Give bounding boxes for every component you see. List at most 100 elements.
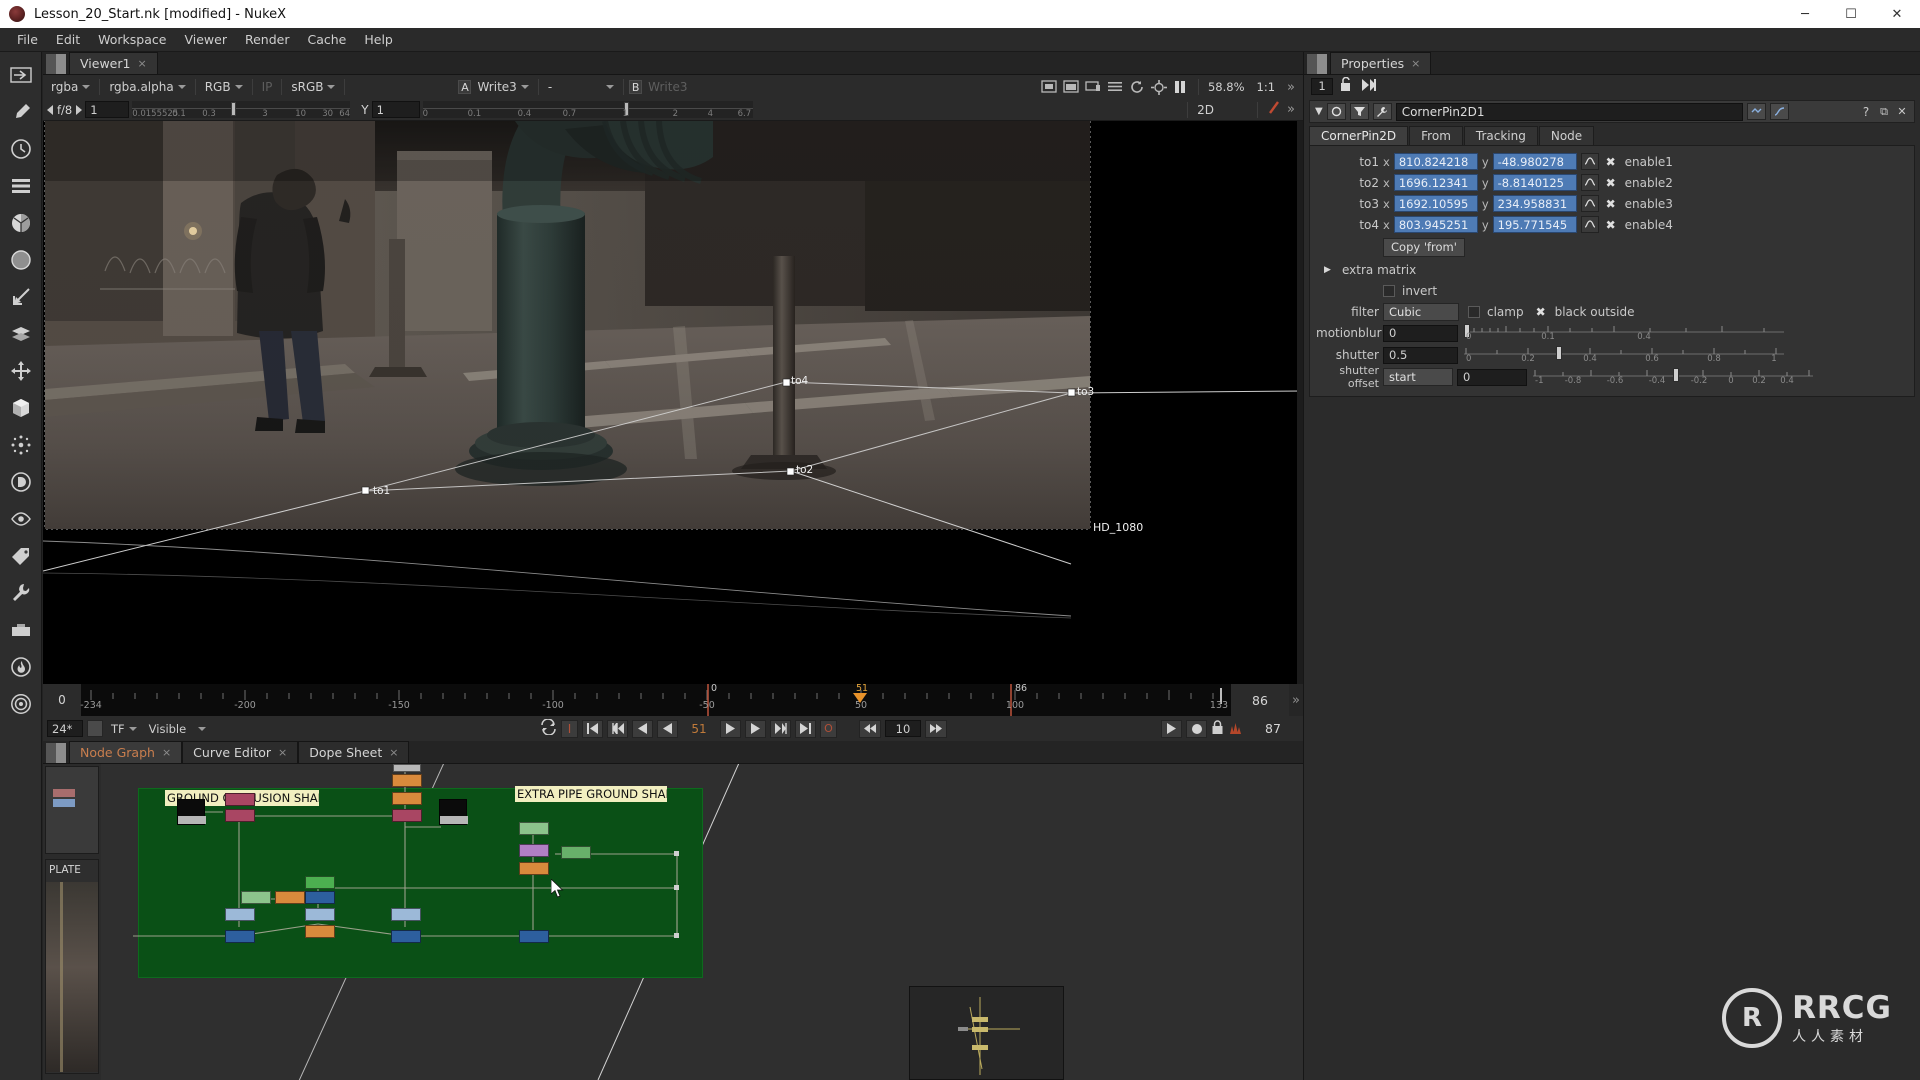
disclosure-triangle-icon[interactable]: ▼ (1315, 106, 1323, 117)
import-icon[interactable] (8, 62, 34, 88)
first-frame-icon[interactable] (582, 719, 603, 738)
furnace-icon[interactable] (8, 654, 34, 680)
node-transform-a[interactable] (305, 908, 335, 921)
close-button[interactable]: ✕ (1874, 0, 1920, 28)
to3-clear-icon[interactable]: ✖ (1603, 196, 1619, 212)
mask-icon[interactable] (1349, 103, 1369, 120)
timecode-mode[interactable]: TF (107, 719, 141, 738)
lock-icon[interactable] (1211, 719, 1224, 738)
colorspace-selector[interactable]: sRGB (287, 78, 339, 97)
close-icon[interactable]: × (137, 57, 146, 70)
panel-grip-icon[interactable] (46, 743, 66, 763)
close-icon[interactable]: × (1411, 57, 1420, 70)
gamma-input[interactable]: 1 (371, 101, 420, 118)
decrement-icon[interactable] (47, 104, 53, 115)
color-icon[interactable] (8, 210, 34, 236)
node-transform-b[interactable] (225, 908, 255, 921)
node-close-button[interactable]: ✕ (1895, 105, 1909, 118)
enable1-label[interactable]: enable1 (1625, 155, 1673, 169)
timeline-ruler[interactable]: -234 -200 -150 -100 -50 50 100 133 0 86 … (80, 683, 1231, 716)
3d-icon[interactable] (8, 395, 34, 421)
deep-icon[interactable] (8, 469, 34, 495)
menu-file[interactable]: File (8, 30, 47, 49)
draw-icon[interactable] (8, 99, 34, 125)
shutter-offset-select[interactable]: start (1383, 368, 1453, 386)
panel-grip-icon[interactable] (1307, 54, 1327, 74)
minimize-button[interactable]: ─ (1782, 0, 1828, 28)
node-read-center[interactable] (439, 799, 468, 825)
invert-checkbox[interactable] (1383, 284, 1395, 297)
black-outside-checkbox[interactable]: ✖ (1533, 304, 1549, 320)
node-graph-minimap[interactable] (909, 986, 1064, 1080)
enable4-label[interactable]: enable4 (1625, 218, 1673, 232)
toolsets-icon[interactable] (8, 580, 34, 606)
node-grade-d[interactable] (519, 862, 549, 875)
input-b-chip[interactable]: B (629, 80, 643, 94)
keyer-icon[interactable] (8, 284, 34, 310)
viewer-mode-value[interactable]: 2D (1197, 103, 1214, 117)
menu-cache[interactable]: Cache (298, 30, 355, 49)
to2-y-input[interactable]: -8.8140125 (1492, 174, 1577, 191)
to1-y-input[interactable]: -48.980278 (1492, 153, 1577, 170)
tab-from[interactable]: From (1409, 126, 1463, 145)
menu-edit[interactable]: Edit (47, 30, 89, 49)
increment-icon[interactable] (76, 104, 83, 115)
motionblur-slider[interactable]: 0 0.1 0.4 (1464, 323, 1908, 343)
maximize-button[interactable]: ☐ (1828, 0, 1874, 28)
play-backward-icon[interactable] (657, 719, 678, 738)
ip-toggle[interactable]: IP (258, 78, 277, 97)
to3-y-input[interactable]: 234.958831 (1492, 195, 1577, 212)
tab-cornerpin2d[interactable]: CornerPin2D (1309, 126, 1409, 145)
to1-x-input[interactable]: 810.824218 (1393, 153, 1478, 170)
wrench-icon[interactable] (1372, 103, 1392, 120)
tab-node[interactable]: Node (1538, 126, 1595, 145)
expand-icon[interactable]: » (1289, 684, 1303, 716)
node-grade-c[interactable] (305, 925, 335, 938)
node-name-input[interactable]: CornerPin2D1 (1395, 102, 1743, 121)
step-back-icon[interactable] (632, 719, 653, 738)
gain-slider[interactable]: 0.0155525 0.1 0.3 3 10 30 64 (132, 101, 351, 119)
tab-node-graph[interactable]: Node Graph × (69, 741, 183, 763)
metadata-icon[interactable] (8, 543, 34, 569)
node-roto-b[interactable] (225, 793, 255, 806)
node-keyer[interactable] (561, 846, 591, 859)
node-grade-a[interactable] (392, 774, 422, 787)
tab-tracking[interactable]: Tracking (1463, 126, 1538, 145)
pause-icon[interactable] (1173, 80, 1189, 94)
in-point-icon[interactable]: I (561, 719, 578, 738)
enable2-label[interactable]: enable2 (1625, 176, 1673, 190)
refresh-icon[interactable] (1129, 80, 1145, 94)
filter-select[interactable]: Cubic (1383, 302, 1459, 321)
shutter-offset-input[interactable]: 0 (1457, 368, 1527, 386)
roi-icon[interactable] (1041, 80, 1057, 94)
record-icon[interactable] (1186, 719, 1207, 738)
views-icon[interactable] (8, 506, 34, 532)
time-icon[interactable] (8, 136, 34, 162)
pin-count-input[interactable]: 1 (1311, 77, 1333, 95)
menu-help[interactable]: Help (355, 30, 402, 49)
node-merge-d[interactable] (519, 930, 549, 943)
node-merge-a[interactable] (305, 891, 335, 904)
other-icon[interactable] (8, 617, 34, 643)
particles-icon[interactable] (8, 432, 34, 458)
viewer-canvas[interactable]: to1 to2 to3 to4 HD_1080 (43, 121, 1303, 706)
disclosure-triangle-icon[interactable]: ▶ (1324, 265, 1334, 275)
clone-icon[interactable] (1267, 101, 1281, 118)
close-icon[interactable]: × (389, 746, 398, 759)
menu-viewer[interactable]: Viewer (175, 30, 236, 49)
keyframe-icon[interactable] (1747, 103, 1766, 120)
loop-icon[interactable] (540, 718, 557, 738)
node-blur-a[interactable] (275, 891, 305, 904)
channel-selector[interactable]: rgba (47, 78, 94, 97)
transform-icon[interactable] (8, 358, 34, 384)
to4-x-input[interactable]: 803.945251 (1393, 216, 1478, 233)
node-constant[interactable] (305, 876, 335, 889)
animation-curve-icon[interactable] (1580, 174, 1599, 191)
menu-workspace[interactable]: Workspace (89, 30, 175, 49)
zoom-level[interactable]: 58.8% (1208, 80, 1245, 94)
shutter-slider[interactable]: 0 0.2 0.4 0.6 0.8 1 (1464, 345, 1908, 365)
gain-stepper[interactable]: f/8 (47, 103, 83, 117)
filter-icon[interactable] (8, 247, 34, 273)
playback-mode-icon[interactable] (1161, 719, 1182, 738)
step-forward-icon[interactable] (745, 719, 766, 738)
